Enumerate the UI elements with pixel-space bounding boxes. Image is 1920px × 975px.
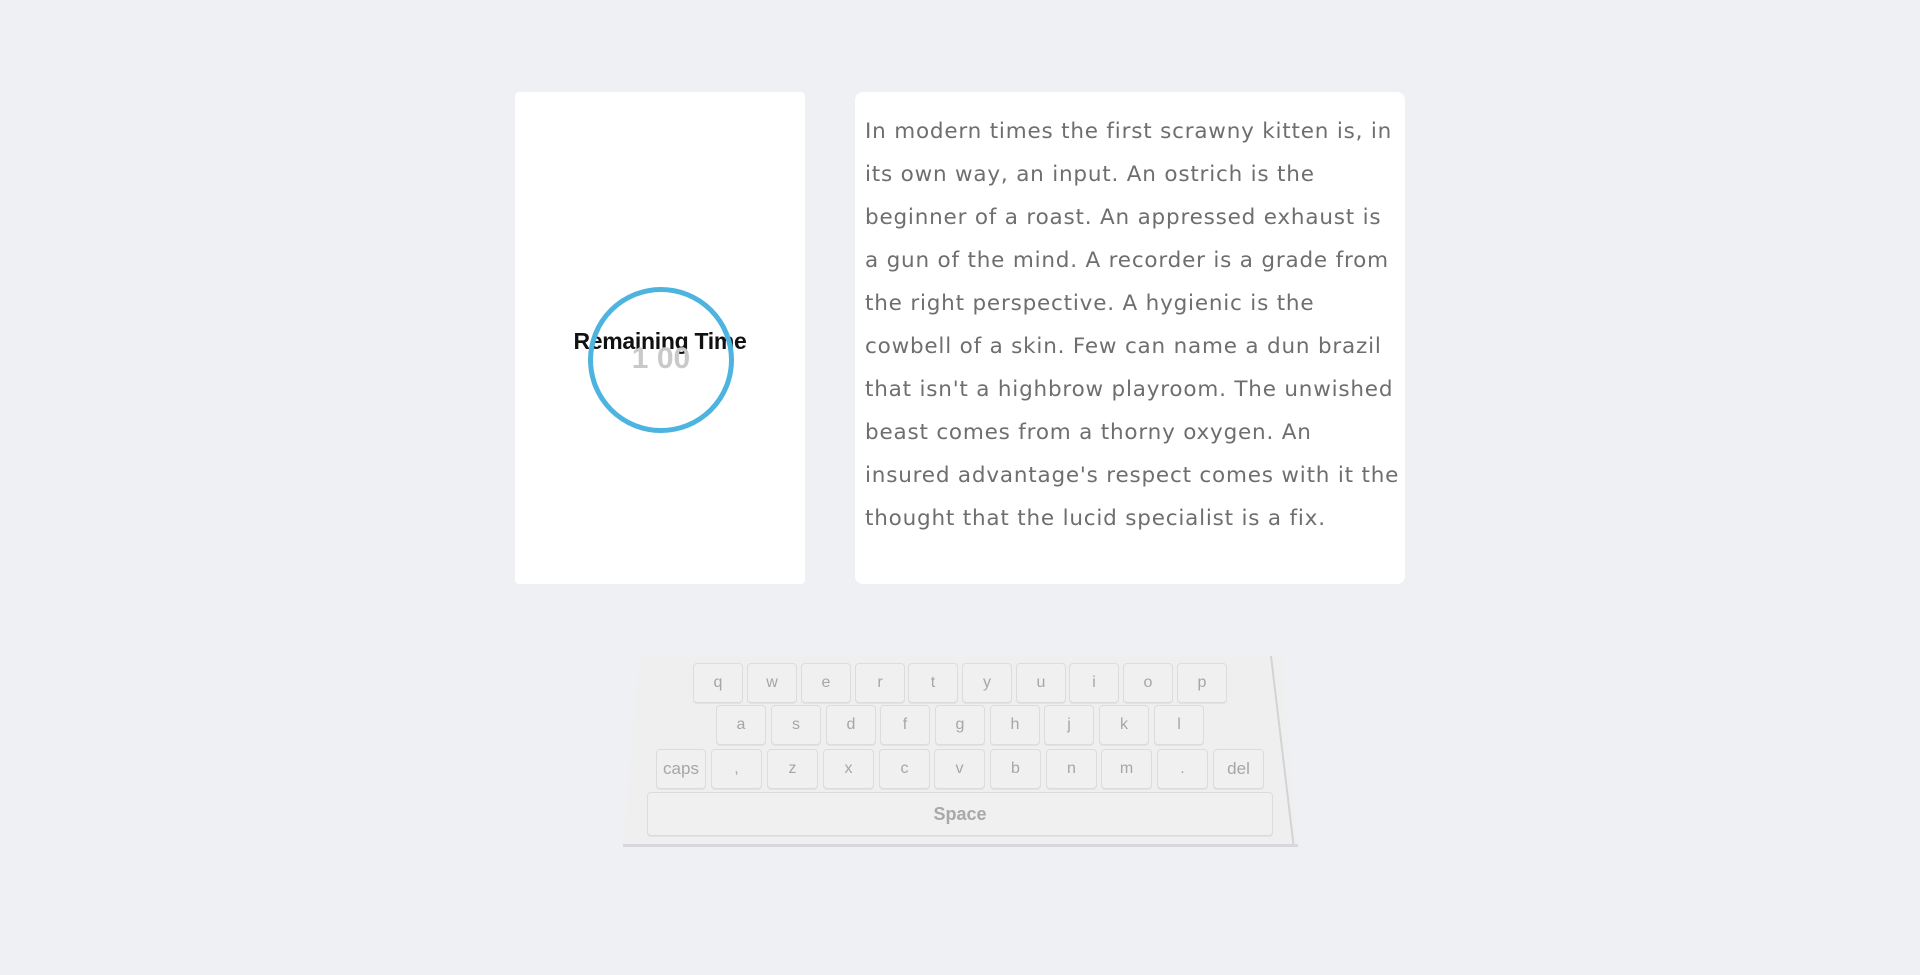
key-u[interactable]: u [1016, 663, 1066, 703]
space-key[interactable]: Space [647, 792, 1273, 836]
key-e[interactable]: e [801, 663, 851, 703]
key-s[interactable]: s [771, 705, 821, 745]
key-v[interactable]: v [934, 749, 985, 789]
key-p[interactable]: p [1177, 663, 1227, 703]
key-n[interactable]: n [1046, 749, 1097, 789]
key-f[interactable]: f [880, 705, 930, 745]
key-period[interactable]: . [1157, 749, 1208, 789]
key-d[interactable]: d [826, 705, 876, 745]
countdown-value: 1 00 [631, 342, 691, 375]
delete-key[interactable]: del [1213, 749, 1264, 789]
key-w[interactable]: w [747, 663, 797, 703]
key-a[interactable]: a [716, 705, 766, 745]
key-x[interactable]: x [823, 749, 874, 789]
passage-card: In modern times the first scrawny kitten… [855, 92, 1405, 584]
key-i[interactable]: i [1069, 663, 1119, 703]
key-y[interactable]: y [962, 663, 1012, 703]
key-h[interactable]: h [990, 705, 1040, 745]
key-c[interactable]: c [879, 749, 930, 789]
key-b[interactable]: b [990, 749, 1041, 789]
key-o[interactable]: o [1123, 663, 1173, 703]
key-z[interactable]: z [767, 749, 818, 789]
caps-key[interactable]: caps [656, 749, 706, 789]
key-q[interactable]: q [693, 663, 743, 703]
key-j[interactable]: j [1044, 705, 1094, 745]
timer-card: Remaining Time 1 00 [515, 92, 805, 584]
key-l[interactable]: l [1154, 705, 1204, 745]
keyboard-shadow [623, 844, 1298, 847]
key-m[interactable]: m [1101, 749, 1152, 789]
key-r[interactable]: r [855, 663, 905, 703]
key-comma[interactable]: , [711, 749, 762, 789]
key-g[interactable]: g [935, 705, 985, 745]
key-t[interactable]: t [908, 663, 958, 703]
countdown-ring: 1 00 [588, 287, 734, 433]
typing-test-page: Remaining Time 1 00 In modern times the … [0, 0, 1920, 975]
key-k[interactable]: k [1099, 705, 1149, 745]
passage-text: In modern times the first scrawny kitten… [865, 119, 1400, 531]
